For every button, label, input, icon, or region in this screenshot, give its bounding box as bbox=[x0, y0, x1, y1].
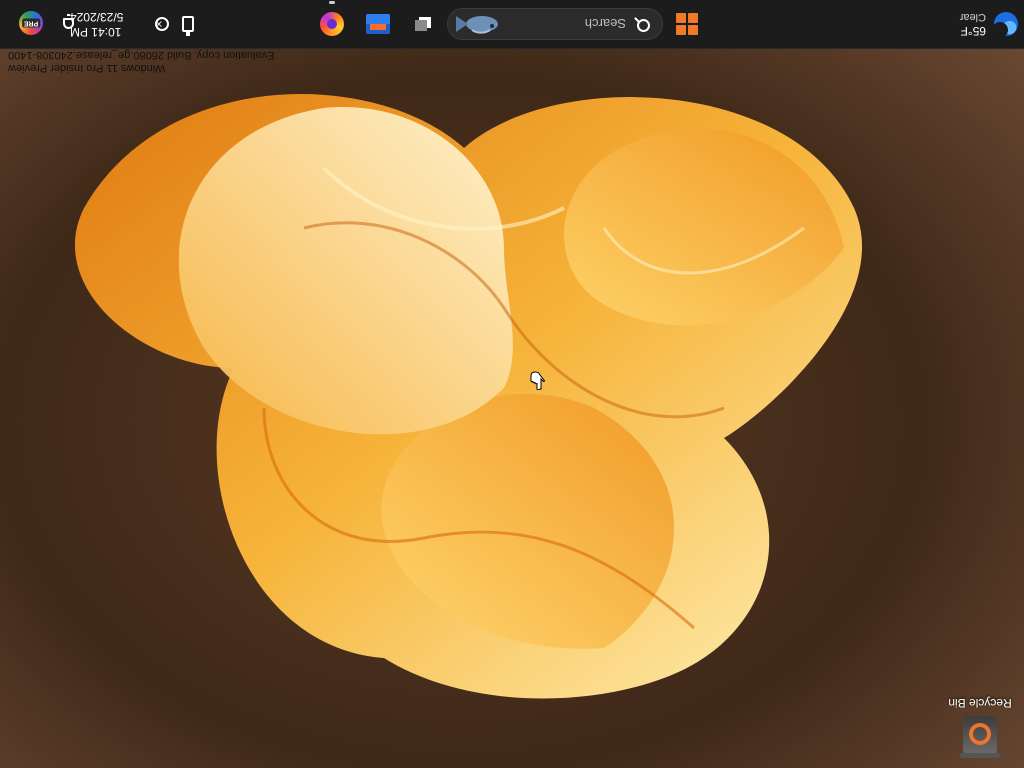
usb-eject-icon bbox=[182, 16, 194, 32]
evaluation-watermark: Windows 11 Pro Insider Preview Evaluatio… bbox=[8, 48, 274, 74]
search-placeholder: Search bbox=[584, 16, 626, 32]
recycle-bin-label: Recycle Bin bbox=[948, 696, 1012, 710]
clock[interactable]: 10:41 PM 5/23/2024 bbox=[70, 6, 142, 42]
notifications-button[interactable] bbox=[60, 14, 78, 34]
firefox-icon bbox=[320, 12, 344, 36]
hand-pointer-icon bbox=[530, 371, 545, 390]
taskbar: 65°F Clear Search × 10:41 PM 5/23/2024 P… bbox=[0, 0, 1024, 49]
recycle-bin-icon bbox=[963, 716, 997, 754]
insider-pre-icon: PRE bbox=[19, 11, 43, 35]
weather-widget[interactable]: 65°F Clear bbox=[960, 6, 1018, 42]
file-explorer-button[interactable] bbox=[364, 10, 392, 38]
task-view-button[interactable] bbox=[410, 11, 436, 37]
task-view-icon bbox=[415, 17, 431, 31]
start-button[interactable] bbox=[672, 9, 702, 39]
search-icon bbox=[634, 16, 650, 32]
search-highlight-fish-icon bbox=[456, 16, 498, 34]
watermark-line-1: Windows 11 Pro Insider Preview bbox=[8, 62, 166, 74]
pre-badge-text: PRE bbox=[21, 18, 41, 28]
folder-icon bbox=[366, 14, 390, 34]
firefox-button[interactable] bbox=[318, 10, 346, 38]
usb-eject-button[interactable] bbox=[178, 14, 198, 34]
watermark-line-2: Evaluation copy. Build 26080.ge_release.… bbox=[8, 49, 275, 61]
notification-bell-icon bbox=[63, 18, 75, 30]
weather-moon-icon bbox=[994, 12, 1018, 36]
weather-condition: Clear bbox=[959, 11, 986, 23]
network-status-button[interactable] bbox=[152, 14, 172, 34]
windows-start-icon bbox=[676, 13, 698, 35]
clock-date: 5/23/2024 bbox=[70, 10, 124, 24]
network-disconnected-icon bbox=[155, 17, 169, 31]
desktop-screen: Recycle Bin Windows 11 Pro Insider Previ… bbox=[0, 0, 1024, 768]
weather-temperature: 65°F bbox=[960, 24, 986, 38]
insider-preview-button[interactable]: PRE bbox=[16, 8, 46, 38]
desktop-wallpaper[interactable] bbox=[0, 0, 1024, 768]
running-indicator bbox=[329, 1, 335, 4]
recycle-bin-shortcut[interactable]: Recycle Bin bbox=[944, 678, 1016, 760]
weather-text: 65°F Clear bbox=[960, 10, 986, 38]
search-box[interactable]: Search bbox=[447, 8, 663, 40]
